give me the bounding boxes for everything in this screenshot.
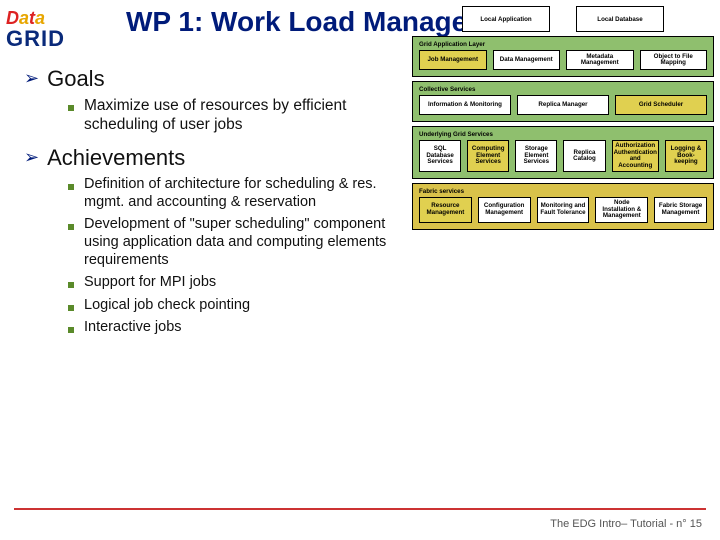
footer-text: The EDG Intro– Tutorial - n° 15	[550, 518, 702, 530]
bullet-icon	[68, 105, 74, 111]
achievement-item: Definition of architecture for schedulin…	[84, 175, 392, 211]
bullet-icon	[68, 305, 74, 311]
diagram-layer: Underlying Grid Services SQL Database Ser…	[412, 126, 714, 179]
diagram-layer-title: Collective Services	[419, 86, 707, 93]
datagrid-logo: Data GRID	[6, 8, 96, 58]
bullet-icon	[68, 184, 74, 190]
diagram-box: Job Management	[419, 50, 487, 70]
diagram-layer: Collective Services Information & Monitor…	[412, 81, 714, 122]
achievements-heading: Achievements	[47, 145, 185, 171]
diagram-box: Object to File Mapping	[640, 50, 708, 70]
architecture-diagram: Local Application Local Database Grid Ap…	[412, 6, 714, 234]
diagram-layer: Grid Application Layer Job Management Data…	[412, 36, 714, 77]
goals-heading: Goals	[47, 66, 104, 92]
diagram-box: Computing Element Services	[467, 140, 509, 172]
diagram-box: Local Database	[576, 6, 664, 32]
diagram-box: Fabric Storage Management	[654, 197, 707, 223]
goal-item: Maximize use of resources by efficient s…	[84, 96, 392, 135]
achievement-item: Development of "super scheduling" compon…	[84, 215, 392, 269]
achievement-item: Logical job check pointing	[84, 296, 250, 314]
diagram-layer-title: Grid Application Layer	[419, 41, 707, 48]
diagram-box: Replica Catalog	[563, 140, 605, 172]
diagram-box: Local Application	[462, 6, 550, 32]
diagram-box: Resource Management	[419, 197, 472, 223]
diagram-box: Monitoring and Fault Tolerance	[537, 197, 590, 223]
bullet-icon	[68, 224, 74, 230]
diagram-box: Logging & Book-keeping	[665, 140, 707, 172]
diagram-box: Data Management	[493, 50, 561, 70]
diagram-layer-title: Underlying Grid Services	[419, 131, 707, 138]
diagram-box: Replica Manager	[517, 95, 609, 115]
diagram-box: Storage Element Services	[515, 140, 557, 172]
chevron-right-icon: ➢	[24, 145, 39, 170]
diagram-box: Information & Monitoring	[419, 95, 511, 115]
diagram-box: Configuration Management	[478, 197, 531, 223]
footer-rule	[14, 508, 706, 510]
diagram-layer: Fabric services Resource ManagementConfig…	[412, 183, 714, 230]
achievement-item: Support for MPI jobs	[84, 273, 216, 291]
diagram-box: SQL Database Services	[419, 140, 461, 172]
bullet-icon	[68, 282, 74, 288]
chevron-right-icon: ➢	[24, 66, 39, 91]
diagram-box: Authorization Authentication and Account…	[612, 140, 659, 172]
diagram-layer-title: Fabric services	[419, 188, 707, 195]
diagram-box: Node Installation & Management	[595, 197, 648, 223]
bullet-icon	[68, 327, 74, 333]
achievement-item: Interactive jobs	[84, 318, 182, 336]
diagram-box: Grid Scheduler	[615, 95, 707, 115]
diagram-box: Metadata Management	[566, 50, 634, 70]
